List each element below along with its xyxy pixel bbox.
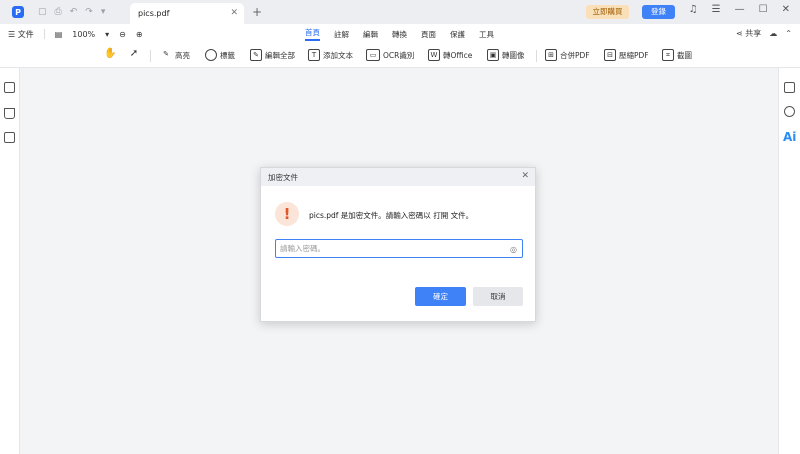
tab-convert[interactable]: 轉換 <box>392 29 407 40</box>
zoom-out-icon[interactable]: ⊖ <box>119 30 126 39</box>
ocr-button[interactable]: ▭ OCR識別 <box>366 49 414 61</box>
left-sidebar <box>0 68 20 454</box>
screenshot-icon: ⌗ <box>662 49 674 61</box>
cancel-button[interactable]: 取消 <box>473 287 523 306</box>
divider <box>43 29 45 39</box>
save-icon[interactable]: ▢ <box>38 7 47 17</box>
menu-bar: ☰ 文件 ▤ 100% ▾ ⊖ ⊕ 首頁 註解 編輯 轉換 頁面 保護 工具 ⋖… <box>0 24 800 44</box>
add-text-label: 添加文本 <box>323 50 353 60</box>
menu-right: ⋖ 共享 ☁ ⌃ <box>736 28 792 39</box>
merge-pdf-label: 合併PDF <box>560 50 590 60</box>
ai-assistant-icon[interactable]: Ai <box>783 130 796 144</box>
app-logo-icon: P <box>12 6 24 18</box>
search-icon[interactable] <box>784 106 795 117</box>
zoom-in-icon[interactable]: ⊕ <box>136 30 143 39</box>
edit-icon: ✎ <box>250 49 262 61</box>
tag-icon <box>205 49 217 61</box>
share-button[interactable]: ⋖ 共享 <box>736 28 761 39</box>
highlight-icon: ✎ <box>163 50 169 58</box>
warning-icon: ! <box>275 202 299 226</box>
label-label: 標籤 <box>220 50 235 60</box>
edit-all-button[interactable]: ✎ 編輯全部 <box>250 49 295 61</box>
office-icon: W <box>428 49 440 61</box>
label-button[interactable]: 標籤 <box>205 49 235 61</box>
zoom-dropdown-icon[interactable]: ▾ <box>105 30 109 39</box>
merge-pdf-button[interactable]: ⊞ 合併PDF <box>545 49 590 61</box>
title-bar: P ▢ ⎙ ↶ ↷ ▾ pics.pdf ✕ + 立即購買 登錄 ♫ ☰ — ☐… <box>0 0 800 24</box>
dialog-message: pics.pdf 是加密文件。請輸入密碼以 打開 文件。 <box>309 211 474 220</box>
merge-icon: ⊞ <box>545 49 557 61</box>
quick-actions: ▢ ⎙ ↶ ↷ ▾ <box>38 7 105 17</box>
to-office-button[interactable]: W 轉Office <box>428 49 472 61</box>
close-tab-icon[interactable]: ✕ <box>230 8 238 18</box>
password-input[interactable] <box>275 239 523 258</box>
undo-icon[interactable]: ↶ <box>70 7 78 17</box>
print-icon[interactable]: ⎙ <box>55 7 62 17</box>
bell-icon[interactable]: ♫ <box>689 4 698 15</box>
tab-tools[interactable]: 工具 <box>479 29 494 40</box>
share-label: 共享 <box>745 29 762 38</box>
eye-slash-icon[interactable]: ◎ <box>510 245 517 254</box>
tab-edit[interactable]: 編輯 <box>363 29 378 40</box>
tab-protect[interactable]: 保護 <box>450 29 465 40</box>
tab-title: pics.pdf <box>138 9 170 18</box>
encrypted-file-dialog: 加密文件 ✕ ! pics.pdf 是加密文件。請輸入密碼以 打開 文件。 ◎ … <box>260 167 536 322</box>
window-controls: ♫ ☰ — ☐ ✕ <box>689 4 790 15</box>
minimize-icon[interactable]: — <box>735 4 745 15</box>
properties-icon[interactable] <box>784 82 795 93</box>
add-text-button[interactable]: T 添加文本 <box>308 49 353 61</box>
bookmark-icon[interactable] <box>4 108 15 119</box>
zoom-value[interactable]: 100% <box>72 30 95 39</box>
new-tab-icon[interactable]: + <box>252 5 262 19</box>
add-text-icon: T <box>308 49 320 61</box>
ocr-icon: ▭ <box>366 49 380 61</box>
thumbnail-icon[interactable] <box>4 82 15 93</box>
compress-pdf-label: 壓縮PDF <box>619 50 649 60</box>
ribbon-tabs: 首頁 註解 編輯 轉換 頁面 保護 工具 <box>305 24 494 44</box>
compress-icon: ⊟ <box>604 49 616 61</box>
screenshot-button[interactable]: ⌗ 截圖 <box>662 49 692 61</box>
divider <box>150 50 151 62</box>
tab-home[interactable]: 首頁 <box>305 27 320 41</box>
toolbar: ✋ ➚ ✎ 高亮 標籤 ✎ 編輯全部 T 添加文本 ▭ OCR識別 W 轉Office ▣… <box>0 44 800 68</box>
compress-pdf-button[interactable]: ⊟ 壓縮PDF <box>604 49 649 61</box>
maximize-icon[interactable]: ☐ <box>759 4 768 15</box>
comment-icon[interactable] <box>4 132 15 143</box>
redo-icon[interactable]: ↷ <box>85 7 93 17</box>
highlight-button[interactable]: ✎ 高亮 <box>160 49 190 61</box>
close-window-icon[interactable]: ✕ <box>782 4 790 15</box>
ocr-label: OCR識別 <box>383 50 415 60</box>
dialog-title: 加密文件 <box>268 172 298 182</box>
tab-annotate[interactable]: 註解 <box>334 29 349 40</box>
tab-page[interactable]: 頁面 <box>421 29 436 40</box>
select-tool-icon[interactable]: ➚ <box>128 49 140 61</box>
menu-left: ☰ 文件 ▤ 100% ▾ ⊖ ⊕ <box>8 29 143 40</box>
page-view-icon[interactable]: ▤ <box>55 30 63 39</box>
to-office-label: 轉Office <box>443 50 473 60</box>
dialog-header: 加密文件 ✕ <box>261 168 535 186</box>
edit-all-label: 編輯全部 <box>265 50 295 60</box>
login-button[interactable]: 登錄 <box>642 5 675 19</box>
image-icon: ▣ <box>487 49 499 61</box>
dialog-close-icon[interactable]: ✕ <box>521 171 529 181</box>
right-sidebar: Ai <box>778 68 800 454</box>
to-image-label: 轉圖像 <box>502 50 525 60</box>
divider <box>536 50 537 62</box>
chevron-down-icon[interactable]: ▾ <box>101 7 106 17</box>
buy-now-button[interactable]: 立即購買 <box>586 5 629 19</box>
hand-tool-icon[interactable]: ✋ <box>104 49 116 61</box>
expand-icon[interactable]: ⌃ <box>785 29 792 38</box>
to-image-button[interactable]: ▣ 轉圖像 <box>487 49 525 61</box>
file-menu-label: 文件 <box>17 29 34 39</box>
highlight-label: 高亮 <box>175 50 190 60</box>
ok-button[interactable]: 確定 <box>415 287 466 306</box>
menu-icon[interactable]: ☰ <box>712 4 721 15</box>
file-menu[interactable]: ☰ 文件 <box>8 29 34 40</box>
document-tab[interactable]: pics.pdf ✕ <box>130 3 244 24</box>
screenshot-label: 截圖 <box>677 50 692 60</box>
cloud-icon[interactable]: ☁ <box>769 29 777 38</box>
